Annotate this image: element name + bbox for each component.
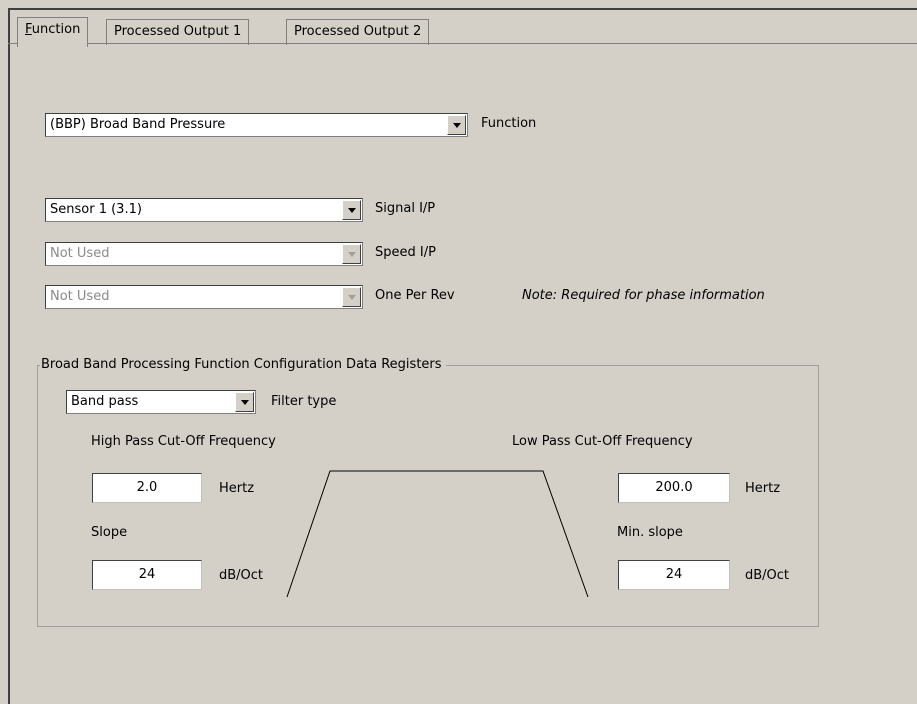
band-pass-curve: [286, 470, 589, 598]
band-pass-shape-graphic: [286, 470, 589, 598]
tab-function[interactable]: Function: [17, 17, 89, 47]
tab-function-label: unction: [31, 22, 81, 37]
tab-function-mnemonic: F: [25, 22, 32, 37]
